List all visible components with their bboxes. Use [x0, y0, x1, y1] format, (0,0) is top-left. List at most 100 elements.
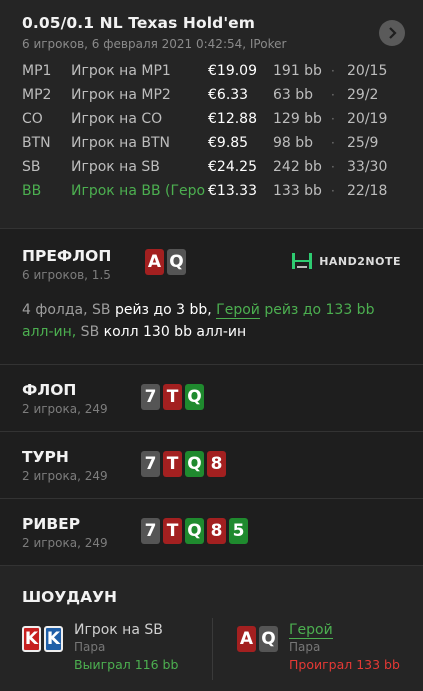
- showdown-cards: K K: [22, 626, 66, 652]
- player-stack: €9.85: [208, 135, 249, 151]
- hero-hole-cards: A Q: [145, 249, 189, 275]
- hand-title: 0.05/0.1 NL Texas Hold'em: [22, 14, 256, 32]
- player-stack-bb: 133 bb: [273, 183, 322, 199]
- player-position: MP2: [22, 87, 52, 103]
- hand-header: 0.05/0.1 NL Texas Hold'em 6 игроков, 6 ф…: [0, 0, 423, 228]
- player-name[interactable]: Игрок на BB (Геро: [71, 183, 208, 199]
- player-stack: €19.09: [208, 63, 257, 79]
- street-title: РИВЕР: [22, 515, 81, 533]
- showdown-hand-rank: Пара: [289, 640, 321, 654]
- player-row[interactable]: CO Игрок на CO €12.88 129 bb · 20/19: [22, 107, 401, 131]
- player-row[interactable]: SB Игрок на SB €24.25 242 bb · 33/30: [22, 155, 401, 179]
- player-stats: 25/9: [347, 135, 379, 151]
- hand2note-brand: HAND2NOTE: [319, 254, 401, 268]
- showdown-left-player: K K Игрок на SB Пара Выиграл 116 bb: [22, 622, 178, 672]
- separator-dot: ·: [331, 64, 335, 78]
- showdown-result: Выиграл 116 bb: [74, 657, 179, 672]
- hero-name-link[interactable]: Игрок на BB (Геро: [71, 183, 206, 199]
- card: A: [145, 249, 164, 275]
- street-title: ШОУДАУН: [22, 588, 117, 606]
- player-position: SB: [22, 159, 41, 175]
- player-stats: 29/2: [347, 87, 379, 103]
- hero-link[interactable]: Герой: [216, 302, 260, 319]
- showdown-right-player: A Q Герой Пара Проиграл 133 bb: [237, 622, 400, 672]
- hero-player-row[interactable]: BB Игрок на BB (Геро €13.33 133 bb · 22/…: [22, 179, 401, 203]
- action-text: рейз до 3 bb,: [110, 302, 217, 318]
- player-stack-bb: 98 bb: [273, 135, 314, 151]
- board-cards: 7 T Q 8: [141, 451, 229, 477]
- player-stack-bb: 242 bb: [273, 159, 322, 175]
- player-row[interactable]: MP1 Игрок на MP1 €19.09 191 bb · 20/15: [22, 59, 401, 83]
- player-position: BTN: [22, 135, 51, 151]
- turn-section: ТУРН 2 игрока, 249 7 T Q 8: [0, 431, 423, 498]
- player-stack: €13.33: [208, 183, 257, 199]
- player-position: CO: [22, 111, 43, 127]
- board-cards: 7 T Q 8 5: [141, 518, 251, 544]
- player-stack: €12.88: [208, 111, 257, 127]
- player-name: Игрок на MP1: [71, 63, 171, 79]
- card: Q: [259, 626, 278, 652]
- next-hand-button[interactable]: [379, 20, 405, 46]
- street-subtitle: 2 игрока, 249: [22, 536, 108, 550]
- card: 8: [207, 451, 226, 477]
- action-text: колл 130 bb алл-ин: [99, 324, 247, 340]
- card: 8: [207, 518, 226, 544]
- player-stats: 20/15: [347, 63, 388, 79]
- card: Q: [185, 451, 204, 477]
- showdown-divider: [212, 618, 213, 680]
- player-position: MP1: [22, 63, 52, 79]
- showdown-player-name: Игрок на SB: [74, 622, 163, 638]
- showdown-cards: A Q: [237, 626, 281, 652]
- card: 7: [141, 518, 160, 544]
- street-subtitle: 2 игрока, 249: [22, 402, 108, 416]
- player-name: Игрок на MP2: [71, 87, 171, 103]
- player-row[interactable]: BTN Игрок на BTN €9.85 98 bb · 25/9: [22, 131, 401, 155]
- card: T: [163, 451, 182, 477]
- card: Q: [185, 518, 204, 544]
- hand2note-logo: HAND2NOTE: [291, 251, 401, 271]
- card: 7: [141, 384, 160, 410]
- hand2note-logo-icon: [292, 253, 313, 269]
- river-section: РИВЕР 2 игрока, 249 7 T Q 8 5: [0, 498, 423, 565]
- street-subtitle: 2 игрока, 249: [22, 469, 108, 483]
- player-stats: 22/18: [347, 183, 388, 199]
- player-name: Игрок на CO: [71, 111, 163, 127]
- separator-dot: ·: [331, 136, 335, 150]
- card: A: [237, 626, 256, 652]
- card: Q: [185, 384, 204, 410]
- action-text: 4 фолда, SB: [22, 302, 111, 318]
- card: T: [163, 384, 182, 410]
- preflop-action: 4 фолда, SB рейз до 3 bb, Герой рейз до …: [0, 299, 396, 343]
- street-title: ТУРН: [22, 448, 69, 466]
- player-name: Игрок на SB: [71, 159, 160, 175]
- showdown-hero-name[interactable]: Герой: [289, 622, 400, 639]
- separator-dot: ·: [331, 160, 335, 174]
- player-stack-bb: 63 bb: [273, 87, 314, 103]
- player-stats: 20/19: [347, 111, 388, 127]
- separator-dot: ·: [331, 184, 335, 198]
- separator-dot: ·: [331, 112, 335, 126]
- card: T: [163, 518, 182, 544]
- flop-section: ФЛОП 2 игрока, 249 7 T Q: [0, 364, 423, 431]
- street-title: ФЛОП: [22, 381, 77, 399]
- card: K: [22, 626, 41, 652]
- chevron-right-icon: [389, 27, 397, 39]
- action-text: SB: [76, 324, 100, 340]
- player-stack-bb: 129 bb: [273, 111, 322, 127]
- card: 5: [229, 518, 248, 544]
- player-row[interactable]: MP2 Игрок на MP2 €6.33 63 bb · 29/2: [22, 83, 401, 107]
- player-stats: 33/30: [347, 159, 388, 175]
- card: Q: [167, 249, 186, 275]
- showdown-section: ШОУДАУН K K Игрок на SB Пара Выиграл 116…: [0, 565, 423, 691]
- street-title: ПРЕФЛОП: [22, 247, 112, 265]
- player-position: BB: [22, 183, 42, 199]
- action-text: алл-ин,: [22, 324, 77, 340]
- hand-subtitle: 6 игроков, 6 февраля 2021 0:42:54, IPoke…: [22, 37, 287, 51]
- hero-link[interactable]: Герой: [289, 622, 333, 639]
- action-text: рейз до 133 bb: [259, 302, 375, 318]
- board-cards: 7 T Q: [141, 384, 207, 410]
- player-stack: €6.33: [208, 87, 249, 103]
- showdown-hand-rank: Пара: [74, 640, 106, 654]
- players-table: MP1 Игрок на MP1 €19.09 191 bb · 20/15 M…: [22, 59, 401, 203]
- card: 7: [141, 451, 160, 477]
